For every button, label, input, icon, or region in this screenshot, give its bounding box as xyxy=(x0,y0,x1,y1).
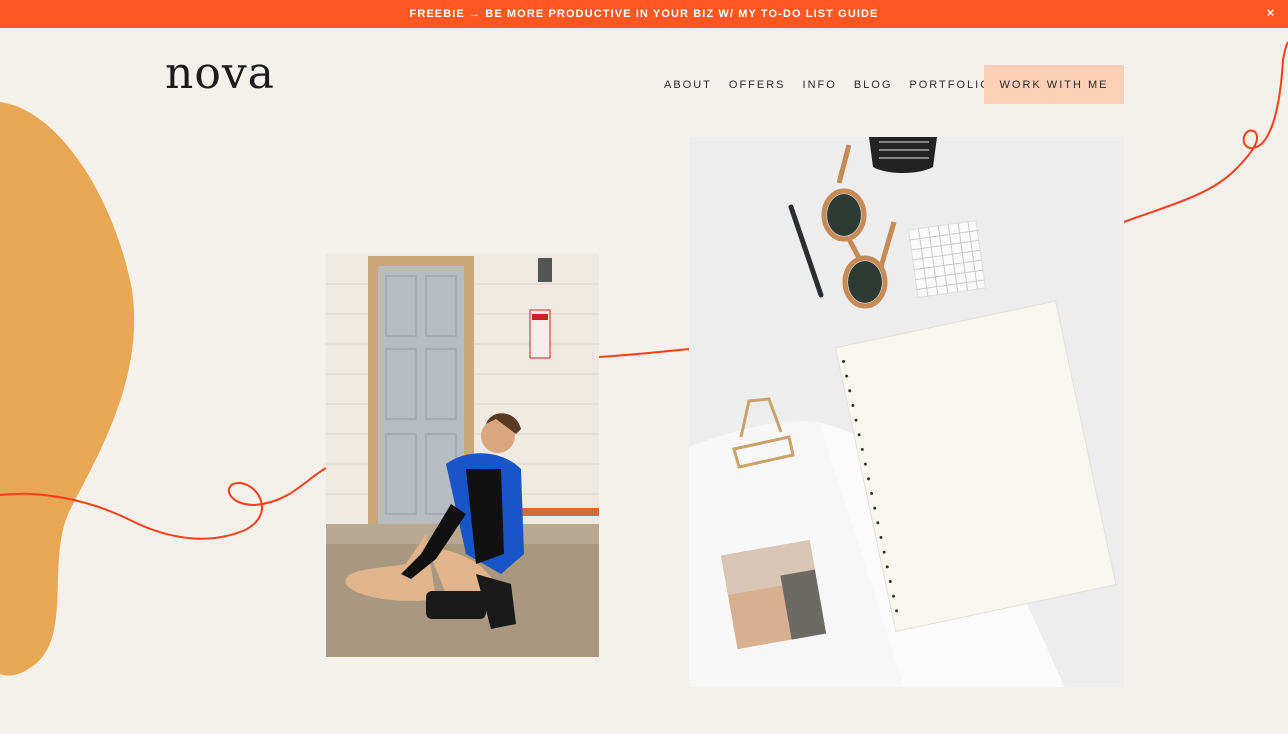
nav-item-offers[interactable]: OFFERS xyxy=(729,79,786,91)
woman-sitting-illustration xyxy=(326,254,599,657)
red-line-right xyxy=(1123,41,1288,223)
banner-text[interactable]: FREEBIE → BE MORE PRODUCTIVE IN YOUR BIZ… xyxy=(410,8,879,20)
desk-flatlay-illustration xyxy=(689,137,1124,687)
announcement-banner[interactable]: FREEBIE → BE MORE PRODUCTIVE IN YOUR BIZ… xyxy=(0,0,1288,28)
work-with-me-button[interactable]: WORK WITH ME xyxy=(984,65,1124,104)
main-navigation: ABOUT OFFERS INFO BLOG PORTFOLIO xyxy=(664,79,1008,91)
nav-item-about[interactable]: ABOUT xyxy=(664,79,712,91)
desk-flatlay-photo xyxy=(689,137,1124,687)
woman-sitting-photo xyxy=(326,254,599,657)
red-line-middle xyxy=(598,348,690,358)
site-logo[interactable]: nova xyxy=(165,52,275,96)
nav-item-portfolio[interactable]: PORTFOLIO xyxy=(909,79,990,91)
close-icon[interactable]: × xyxy=(1264,6,1278,20)
orange-blob-shape xyxy=(0,102,135,676)
nav-item-info[interactable]: INFO xyxy=(803,79,837,91)
nav-item-blog[interactable]: BLOG xyxy=(854,79,893,91)
